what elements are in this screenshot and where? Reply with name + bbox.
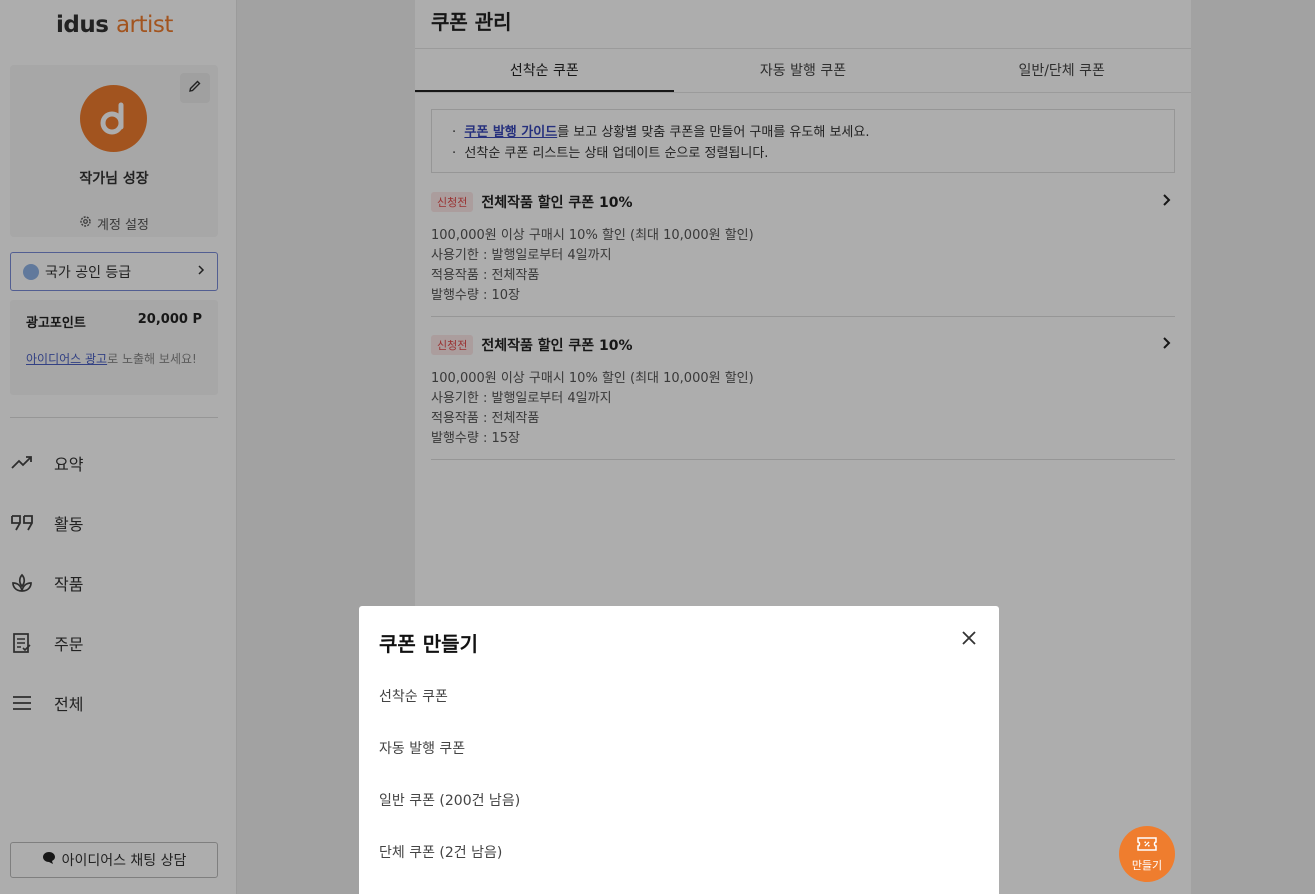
modal-title: 쿠폰 만들기 (379, 632, 478, 656)
option-general-coupon[interactable]: 일반 쿠폰 (200건 남음) (379, 790, 520, 810)
option-first-come-coupon[interactable]: 선착순 쿠폰 (379, 686, 448, 706)
fab-label: 만들기 (1131, 858, 1163, 872)
create-coupon-fab[interactable]: 만들기 (1119, 826, 1175, 882)
coupon-ticket-icon (1137, 836, 1157, 855)
create-coupon-modal: 쿠폰 만들기 선착순 쿠폰 자동 발행 쿠폰 일반 쿠폰 (200건 남음) 단… (359, 606, 999, 894)
close-icon (962, 631, 976, 649)
close-button[interactable] (959, 630, 979, 650)
option-group-coupon[interactable]: 단체 쿠폰 (2건 남음) (379, 842, 502, 862)
option-auto-issue-coupon[interactable]: 자동 발행 쿠폰 (379, 738, 465, 758)
